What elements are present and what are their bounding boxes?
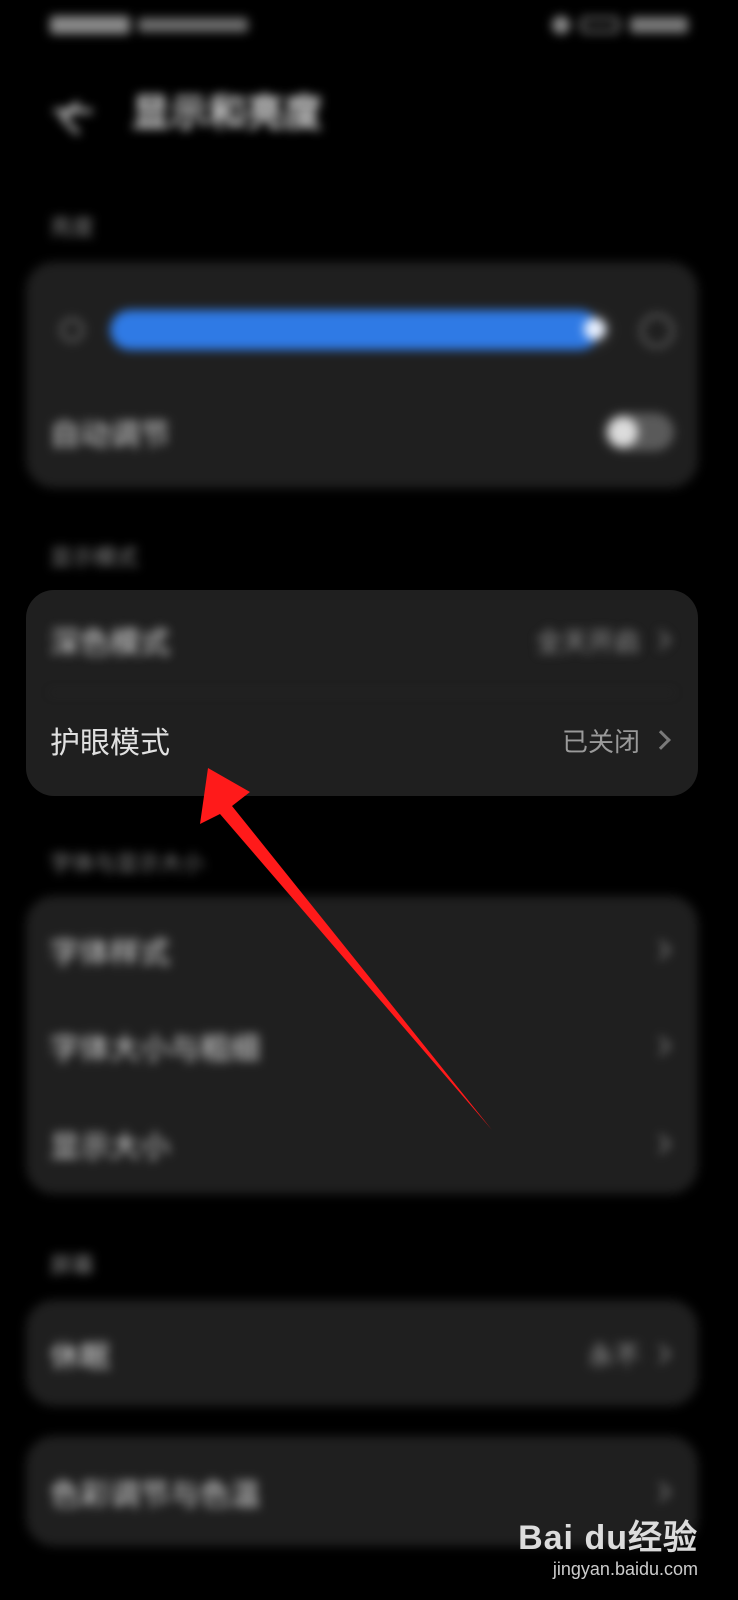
- annotation-arrow-icon: [200, 768, 492, 1130]
- baidu-watermark: Bai du经验 jingyan.baidu.com: [518, 1510, 698, 1580]
- watermark-url: jingyan.baidu.com: [552, 1559, 698, 1579]
- watermark-logo: Bai du经验: [518, 1519, 698, 1557]
